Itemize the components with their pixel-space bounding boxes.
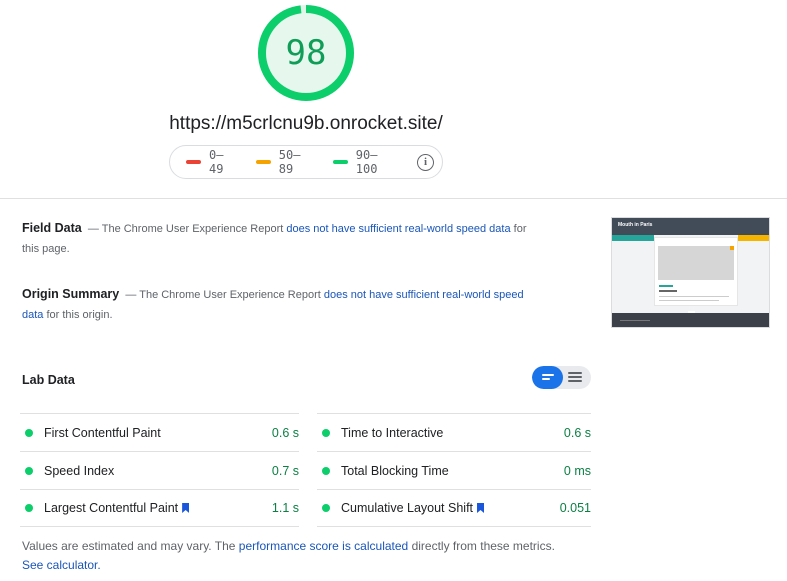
metric-label: Total Blocking Time (341, 463, 449, 478)
legend-item-average: 50–89 (255, 148, 315, 176)
thumb-footer (612, 313, 769, 327)
legend-bar-green (332, 160, 348, 164)
metric-speed-index: Speed Index 0.7 s (20, 451, 299, 489)
metric-value: 0.7 s (271, 463, 299, 478)
thumb-bar-right (738, 235, 769, 241)
pass-indicator-icon (25, 504, 33, 512)
thumb-line (659, 285, 673, 287)
thumb-line (659, 300, 719, 301)
legend-item-pass: 90–100 (332, 148, 399, 176)
origin-summary-heading: Origin Summary (22, 287, 120, 301)
metric-value: 1.1 s (271, 501, 299, 515)
metric-largest-contentful-paint: Largest Contentful Paint 1.1 s (20, 489, 299, 527)
metric-value: 0.6 s (271, 425, 299, 440)
metrics-view-toggle[interactable] (532, 366, 591, 389)
field-data-heading: Field Data (22, 221, 82, 235)
metric-value: 0.051 (559, 501, 591, 515)
thumb-dot (730, 246, 734, 250)
performance-score-value: 98 (285, 33, 327, 73)
score-legend: 0–49 50–89 90–100 i (169, 145, 443, 179)
metric-label: Time to Interactive (341, 425, 444, 440)
metric-label: Cumulative Layout Shift (341, 501, 474, 515)
metric-label: Largest Contentful Paint (44, 501, 179, 515)
page-screenshot-thumbnail: Mouth in Paris (611, 217, 770, 328)
origin-summary-suffix: for this origin. (46, 309, 113, 321)
metric-value: 0 ms (563, 463, 591, 478)
origin-summary-prefix: — The Chrome User Experience Report (125, 289, 321, 301)
field-data-link[interactable]: does not have sufficient real-world spee… (286, 223, 510, 235)
thumb-line (659, 296, 729, 297)
summary-view-icon[interactable] (532, 366, 563, 389)
core-web-vital-bookmark-icon (477, 503, 485, 513)
thumb-bar-left (612, 235, 654, 241)
metric-cumulative-layout-shift: Cumulative Layout Shift 0.051 (317, 489, 591, 527)
thumb-card (654, 237, 738, 306)
lab-data-heading: Lab Data (22, 373, 75, 387)
legend-label: 0–49 (208, 148, 224, 176)
tested-url: https://m5crlcnu9b.onrocket.site/ (169, 113, 443, 134)
see-calculator-link[interactable]: See calculator. (22, 558, 101, 572)
legend-item-fail: 0–49 (186, 148, 238, 176)
score-calculation-link[interactable]: performance score is calculated (239, 539, 408, 553)
section-divider (0, 198, 787, 199)
thumb-image (658, 246, 734, 280)
pass-indicator-icon (25, 428, 33, 437)
metric-label: Speed Index (44, 463, 115, 478)
info-icon[interactable]: i (417, 153, 434, 171)
footnote-text: Values are estimated and may vary. The (22, 539, 236, 553)
legend-label: 50–89 (278, 148, 301, 176)
pass-indicator-icon (322, 504, 330, 512)
metric-value: 0.6 s (563, 425, 591, 440)
metric-first-contentful-paint: First Contentful Paint 0.6 s (20, 413, 299, 451)
pass-indicator-icon (25, 466, 33, 475)
origin-summary-section: Origin Summary — The Chrome User Experie… (22, 284, 542, 325)
list-view-icon[interactable] (563, 366, 591, 389)
metric-time-to-interactive: Time to Interactive 0.6 s (317, 413, 591, 451)
field-data-prefix: — The Chrome User Experience Report (87, 223, 284, 235)
pass-indicator-icon (322, 428, 330, 437)
metric-label: First Contentful Paint (44, 425, 161, 440)
legend-label: 90–100 (355, 148, 378, 176)
footnote-text: directly from these metrics. (411, 539, 555, 553)
thumb-brand: Mouth in Paris (618, 222, 653, 228)
thumb-line (659, 290, 677, 292)
field-data-section: Field Data — The Chrome User Experience … (22, 218, 542, 259)
core-web-vital-bookmark-icon (182, 503, 190, 513)
lab-data-footnote: Values are estimated and may vary. The p… (22, 537, 562, 575)
legend-bar-red (186, 160, 201, 164)
metric-total-blocking-time: Total Blocking Time 0 ms (317, 451, 591, 489)
legend-bar-orange (255, 160, 271, 164)
performance-score-gauge: 98 (257, 4, 355, 102)
pass-indicator-icon (322, 466, 330, 475)
